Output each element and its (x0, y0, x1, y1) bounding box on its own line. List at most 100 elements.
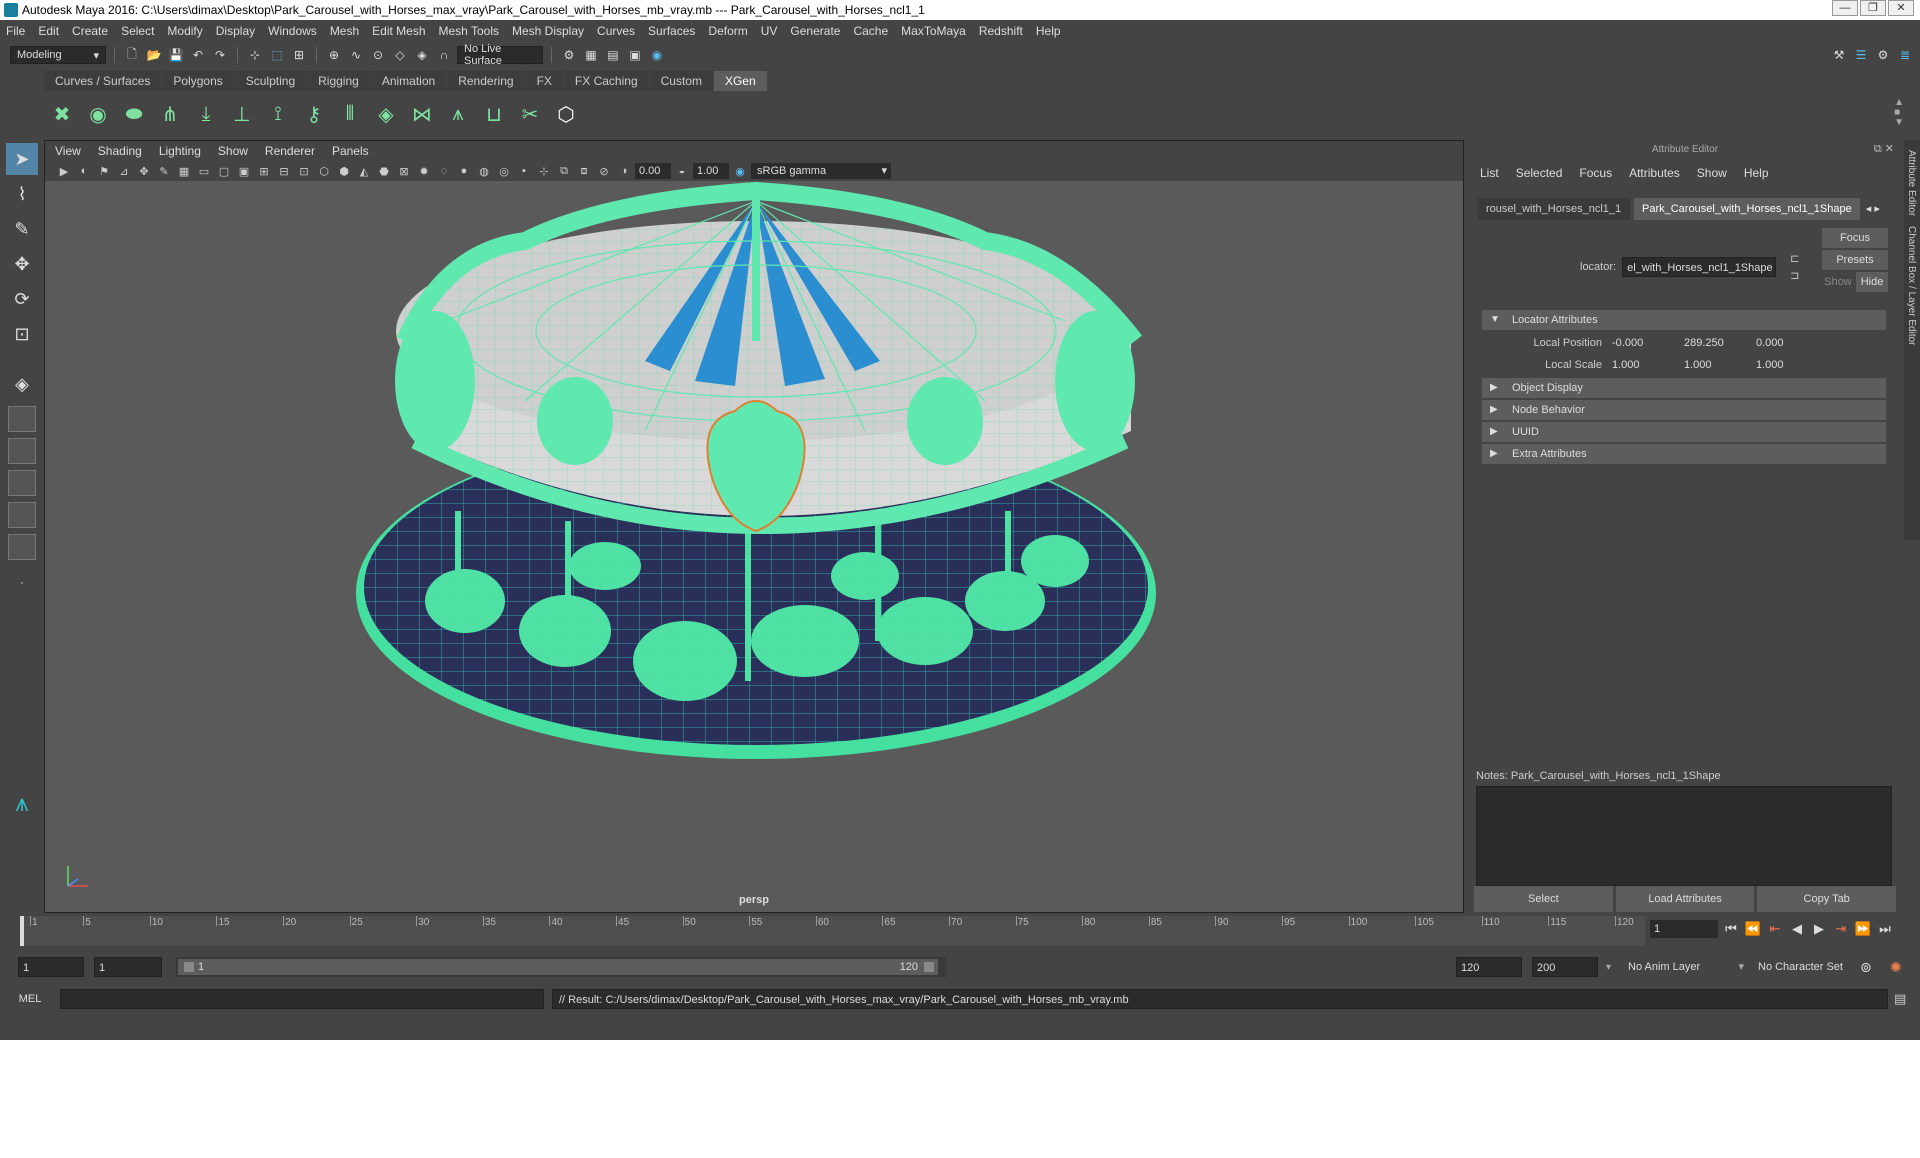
local-scale-z-field[interactable]: 1.000 (1752, 356, 1818, 374)
textured-icon[interactable]: ✹ (415, 163, 433, 179)
2d-pan-zoom-icon[interactable]: ✥ (135, 163, 153, 179)
snap-point-icon[interactable]: ⊙ (369, 46, 387, 64)
script-language-toggle[interactable]: MEL (0, 993, 60, 1005)
ae-menu-show[interactable]: Show (1697, 166, 1727, 180)
tab-scroll-arrows-icon[interactable]: ◂ ▸ (1864, 198, 1882, 220)
play-backwards-icon[interactable]: ◀ (1788, 920, 1806, 938)
go-to-output-icon[interactable]: ⊐ (1790, 269, 1799, 282)
layout-four-view-icon[interactable] (8, 406, 36, 432)
maya-home-icon[interactable]: ⩚ (6, 788, 38, 820)
viewport-menu-view[interactable]: View (55, 144, 81, 158)
wireframe-icon[interactable]: ⬡ (315, 163, 333, 179)
camera-select-icon[interactable]: ▶ (55, 163, 73, 179)
section-extra-attributes[interactable]: ▶ Extra Attributes (1482, 444, 1886, 464)
current-frame-field[interactable]: 1 (1650, 920, 1718, 938)
ae-menu-list[interactable]: List (1480, 166, 1499, 180)
isolate-select-icon[interactable]: ⊹ (535, 163, 553, 179)
step-forward-frame-icon[interactable]: ⏩ (1854, 920, 1872, 938)
playback-start-field[interactable]: 1 (94, 957, 162, 977)
notes-textarea[interactable] (1476, 786, 1892, 886)
show-button[interactable]: Show (1822, 272, 1854, 292)
tool-settings-icon[interactable]: ⚙ (1874, 46, 1892, 64)
ambient-occlusion-icon[interactable]: ◍ (475, 163, 493, 179)
copy-tab-button[interactable]: Copy Tab (1757, 886, 1897, 912)
local-position-z-field[interactable]: 0.000 (1752, 334, 1818, 352)
menu-curves[interactable]: Curves (597, 24, 635, 38)
load-attributes-button[interactable]: Load Attributes (1615, 886, 1755, 912)
time-slider[interactable]: 1 5 10 15 20 25 30 35 40 45 50 55 60 65 70 75 80 85 90 95 10… (20, 916, 1645, 946)
menu-mesh-tools[interactable]: Mesh Tools (439, 24, 499, 38)
menu-display[interactable]: Display (216, 24, 255, 38)
save-scene-icon[interactable]: 💾 (167, 46, 185, 64)
undo-icon[interactable]: ↶ (189, 46, 207, 64)
command-input[interactable] (60, 989, 544, 1009)
ae-menu-focus[interactable]: Focus (1579, 166, 1612, 180)
range-slider-handle[interactable]: 1 120 (178, 959, 938, 975)
gamma-icon[interactable]: ◒ (673, 163, 691, 179)
modeling-toolkit-icon[interactable]: ⚒ (1830, 46, 1848, 64)
go-to-start-icon[interactable]: ⏮ (1722, 920, 1740, 938)
bookmark-icon[interactable]: ⚑ (95, 163, 113, 179)
step-forward-key-icon[interactable]: ⇥ (1832, 920, 1850, 938)
open-scene-icon[interactable]: 📂 (145, 46, 163, 64)
shelf-tab-polygons[interactable]: Polygons (162, 71, 234, 91)
ipr-render-icon[interactable]: ▤ (604, 46, 622, 64)
magnet-icon[interactable]: ∩ (435, 46, 453, 64)
menu-edit[interactable]: Edit (38, 24, 59, 38)
paint-select-tool-icon[interactable]: ✎ (6, 213, 38, 245)
menu-windows[interactable]: Windows (268, 24, 317, 38)
script-editor-icon[interactable]: ▤ (1894, 991, 1906, 1007)
snap-grid-icon[interactable]: ⊕ (325, 46, 343, 64)
rotate-tool-icon[interactable]: ⟳ (6, 283, 38, 315)
toolbox-more-icon[interactable]: · (6, 566, 38, 598)
xgen-grass-icon[interactable]: ⩚ (444, 100, 472, 128)
menu-maxtomaya[interactable]: MaxToMaya (901, 24, 966, 38)
snap-plane-icon[interactable]: ◇ (391, 46, 409, 64)
channel-box-toggle-icon[interactable]: ≣ (1896, 46, 1914, 64)
use-default-material-icon[interactable]: ◭ (355, 163, 373, 179)
viewport-3d-scene[interactable]: persp (45, 181, 1463, 912)
color-management-icon[interactable]: ◉ (731, 163, 749, 179)
view-transform-dropdown[interactable]: sRGB gamma ▾ (751, 163, 891, 179)
scale-tool-icon[interactable]: ⊡ (6, 318, 38, 350)
menu-modify[interactable]: Modify (167, 24, 202, 38)
section-locator-attributes[interactable]: ▼ Locator Attributes (1482, 310, 1886, 330)
range-end-handle-icon[interactable] (924, 962, 934, 972)
xgen-rebuild-icon[interactable]: ⋈ (408, 100, 436, 128)
exposure-icon[interactable]: ◑ (615, 163, 633, 179)
local-scale-x-field[interactable]: 1.000 (1608, 356, 1674, 374)
layout-graph-persp-icon[interactable] (8, 502, 36, 528)
menu-deform[interactable]: Deform (708, 24, 747, 38)
xgen-add-or-move-guides-icon[interactable]: ⊥ (228, 100, 256, 128)
xgen-select-guide-icon[interactable]: ⤓ (192, 100, 220, 128)
xray-joints-icon[interactable]: ⧉ (555, 163, 573, 179)
select-tool-icon[interactable]: ➤ (6, 143, 38, 175)
camera-attributes-icon[interactable]: ◐ (75, 163, 93, 179)
ae-menu-selected[interactable]: Selected (1516, 166, 1563, 180)
menu-select[interactable]: Select (121, 24, 154, 38)
minimize-button[interactable]: — (1832, 0, 1858, 16)
xray-active-components-icon[interactable]: ⧈ (575, 163, 593, 179)
section-node-behavior[interactable]: ▶ Node Behavior (1482, 400, 1886, 420)
animation-prefs-icon[interactable]: ✺ (1890, 959, 1902, 976)
xgen-cut-icon[interactable]: ✂ (516, 100, 544, 128)
xgen-guide-length-icon[interactable]: ⟟ (264, 100, 292, 128)
select-by-hierarchy-icon[interactable]: ⊹ (246, 46, 264, 64)
menu-edit-mesh[interactable]: Edit Mesh (372, 24, 425, 38)
menu-uv[interactable]: UV (761, 24, 778, 38)
shelf-tab-custom[interactable]: Custom (649, 71, 713, 91)
hide-button[interactable]: Hide (1856, 272, 1888, 292)
xgen-comb-icon[interactable]: ⊔ (480, 100, 508, 128)
move-tool-icon[interactable]: ✥ (6, 248, 38, 280)
xgen-add-guide-icon[interactable]: ⋔ (156, 100, 184, 128)
xgen-create-description-icon[interactable]: ⬬ (120, 100, 148, 128)
go-to-input-icon[interactable]: ⊏ (1790, 252, 1799, 265)
xgen-eye-icon[interactable]: ◉ (84, 100, 112, 128)
play-forwards-icon[interactable]: ▶ (1810, 920, 1828, 938)
safe-title-icon[interactable]: ⊡ (295, 163, 313, 179)
local-scale-y-field[interactable]: 1.000 (1680, 356, 1746, 374)
grid-icon[interactable]: ▦ (175, 163, 193, 179)
viewport-menu-show[interactable]: Show (218, 144, 248, 158)
local-position-x-field[interactable]: -0.000 (1608, 334, 1674, 352)
focus-button[interactable]: Focus (1822, 228, 1888, 248)
